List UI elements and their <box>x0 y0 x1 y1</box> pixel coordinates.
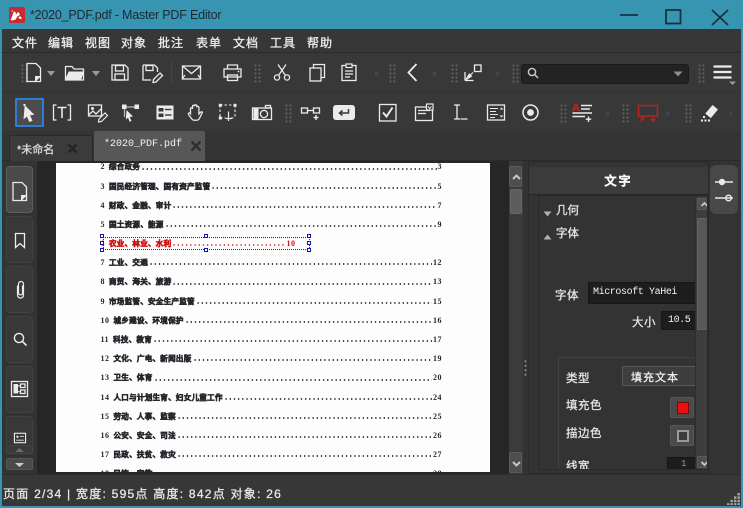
svg-text:A: A <box>572 102 580 114</box>
